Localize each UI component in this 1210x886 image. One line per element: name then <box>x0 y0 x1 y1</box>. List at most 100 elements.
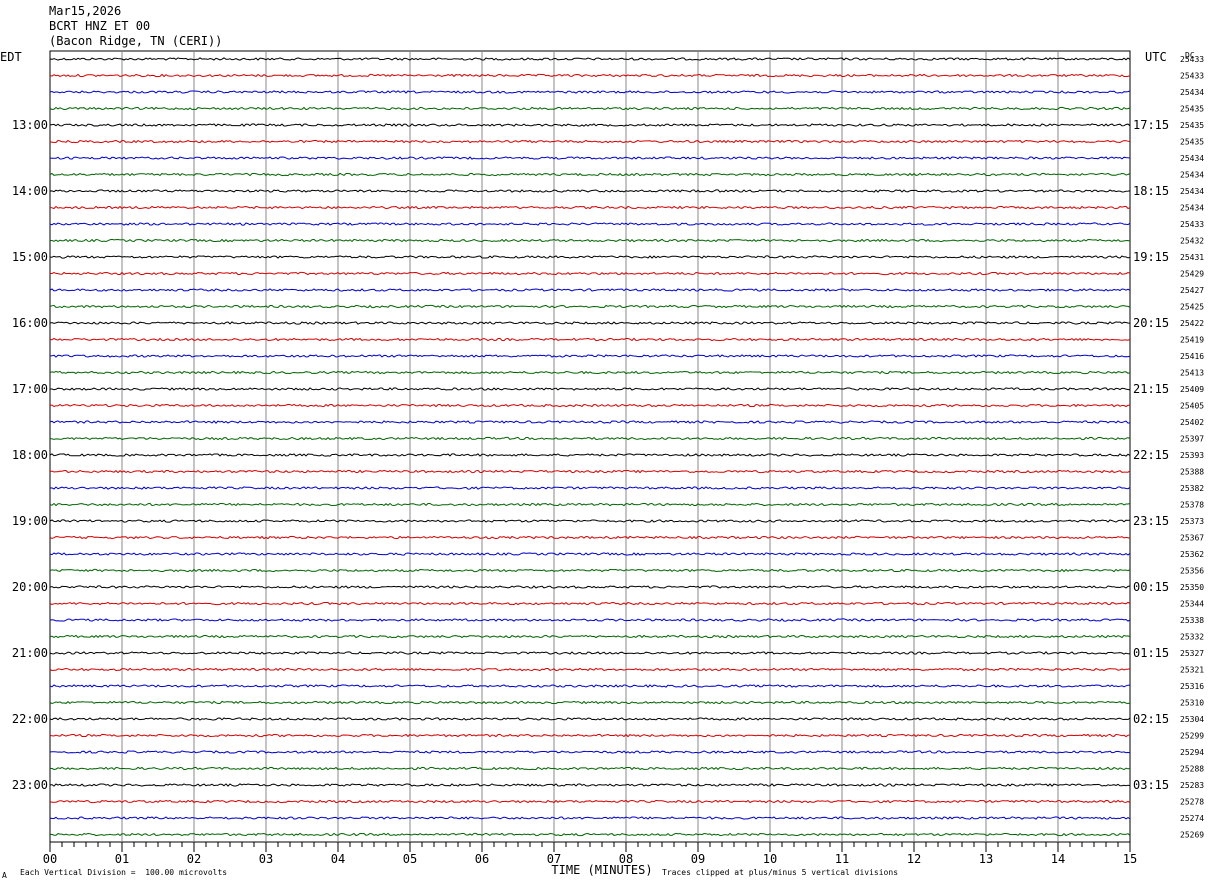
trace-line <box>49 816 1131 820</box>
dc-value-label: 25393 <box>1180 451 1204 460</box>
edt-hour-label: 21:00 <box>12 646 48 660</box>
x-tick-label: 14 <box>1051 852 1065 866</box>
dc-value-label: 25338 <box>1180 616 1204 625</box>
dc-value-label: 25378 <box>1180 501 1204 510</box>
utc-hour-label: 19:15 <box>1133 250 1169 264</box>
trace-line <box>49 172 1131 177</box>
edt-hour-label: 22:00 <box>12 712 48 726</box>
dc-value-label: 25288 <box>1180 765 1204 774</box>
trace-line <box>49 106 1131 111</box>
dc-value-label: 25373 <box>1180 517 1204 526</box>
trace-line <box>49 535 1131 540</box>
plot-frame <box>49 50 1131 843</box>
trace-line <box>50 238 1131 243</box>
dc-value-label: 25344 <box>1180 600 1204 609</box>
dc-value-label: 25435 <box>1180 121 1204 130</box>
trace-line <box>49 651 1131 655</box>
trace-line <box>49 486 1131 490</box>
dc-value-label: 25362 <box>1180 550 1204 559</box>
helicorder-plot: EDT UTC DC TIME (MINUTES) 00 01 02 03 04 05 06… <box>0 50 1204 877</box>
x-tick-label: 09 <box>691 852 705 866</box>
helicorder-page: Mar15,2026 BCRT HNZ ET 00 (Bacon Ridge, … <box>0 0 1210 886</box>
dc-value-label: 25416 <box>1180 352 1204 361</box>
edt-hour-label: 13:00 <box>12 118 48 132</box>
x-tick-label: 04 <box>331 852 345 866</box>
dc-value-label: 25332 <box>1180 633 1204 642</box>
trace-line <box>49 552 1131 556</box>
dc-value-label: 25367 <box>1180 534 1204 543</box>
edt-hour-label: 19:00 <box>12 514 48 528</box>
utc-hour-label: 23:15 <box>1133 514 1169 528</box>
trace-line <box>49 255 1131 259</box>
dc-value-label: 25304 <box>1180 715 1204 724</box>
x-tick-label: 12 <box>907 852 921 866</box>
dc-value-label: 25409 <box>1180 385 1204 394</box>
trace-line <box>49 733 1131 738</box>
dc-value-label: 25382 <box>1180 484 1204 493</box>
dc-value-label: 25422 <box>1180 319 1204 328</box>
trace-line <box>50 271 1131 276</box>
x-tick-label: 06 <box>475 852 489 866</box>
dc-value-label: 25294 <box>1180 748 1204 757</box>
dc-value-label: 25434 <box>1180 171 1204 180</box>
trace-line <box>49 832 1131 837</box>
utc-hour-label: 22:15 <box>1133 448 1169 462</box>
dc-value-label: 25321 <box>1180 666 1204 675</box>
x-tick-label: 05 <box>403 852 417 866</box>
dc-value-label: 25431 <box>1180 253 1204 262</box>
dc-value-label: 25356 <box>1180 567 1204 576</box>
trace-line <box>49 156 1131 160</box>
x-tick-label: 07 <box>547 852 561 866</box>
trace-line <box>49 766 1131 771</box>
dc-value-label: 25433 <box>1180 55 1204 64</box>
trace-line <box>50 387 1131 391</box>
scale-note: Each Vertical Division = 100.00 microvol… <box>20 868 228 877</box>
dc-value-label: 25434 <box>1180 187 1204 196</box>
edt-hour-label: 20:00 <box>12 580 48 594</box>
dc-value-label: 25427 <box>1180 286 1204 295</box>
dc-value-label: 25350 <box>1180 583 1204 592</box>
grid-lines <box>49 50 1131 852</box>
trace-line <box>49 222 1131 226</box>
trace-line <box>49 420 1131 424</box>
trace-line <box>49 403 1131 408</box>
x-axis-title: TIME (MINUTES) <box>551 863 652 877</box>
trace-line <box>49 321 1131 325</box>
edt-hour-label: 14:00 <box>12 184 48 198</box>
dc-value-label: 25278 <box>1180 798 1204 807</box>
dc-value-label: 25429 <box>1180 270 1204 279</box>
edt-hour-label: 18:00 <box>12 448 48 462</box>
x-tick-label: 10 <box>763 852 777 866</box>
trace-line <box>49 189 1131 193</box>
corner-mark: A <box>2 871 7 880</box>
dc-value-label: 25283 <box>1180 781 1204 790</box>
dc-value-label: 25269 <box>1180 831 1204 840</box>
x-tick-label: 13 <box>979 852 993 866</box>
dc-value-label: 25434 <box>1180 154 1204 163</box>
edt-hour-label: 23:00 <box>12 778 48 792</box>
trace-line <box>49 370 1131 375</box>
trace-line <box>49 750 1131 754</box>
dc-value-label: 25434 <box>1180 204 1204 213</box>
trace-line <box>49 667 1131 672</box>
dc-value-label: 25316 <box>1180 682 1204 691</box>
trace-line <box>49 618 1131 622</box>
trace-line <box>49 783 1131 787</box>
dc-value-label: 25299 <box>1180 732 1204 741</box>
trace-line <box>49 57 1131 61</box>
trace-line <box>49 601 1131 606</box>
x-tick-label: 02 <box>187 852 201 866</box>
dc-value-label: 25425 <box>1180 303 1204 312</box>
trace-line <box>49 90 1131 94</box>
trace-line <box>49 568 1131 573</box>
dc-value-label: 25274 <box>1180 814 1204 823</box>
dc-value-label: 25433 <box>1180 220 1204 229</box>
utc-hour-label: 00:15 <box>1133 580 1169 594</box>
utc-hour-label: 18:15 <box>1133 184 1169 198</box>
trace-line <box>49 700 1131 705</box>
dc-value-label: 25435 <box>1180 105 1204 114</box>
dc-value-label: 25435 <box>1180 138 1204 147</box>
traces <box>49 57 1131 837</box>
utc-hour-label: 01:15 <box>1133 646 1169 660</box>
x-tick-label: 15 <box>1123 852 1137 866</box>
